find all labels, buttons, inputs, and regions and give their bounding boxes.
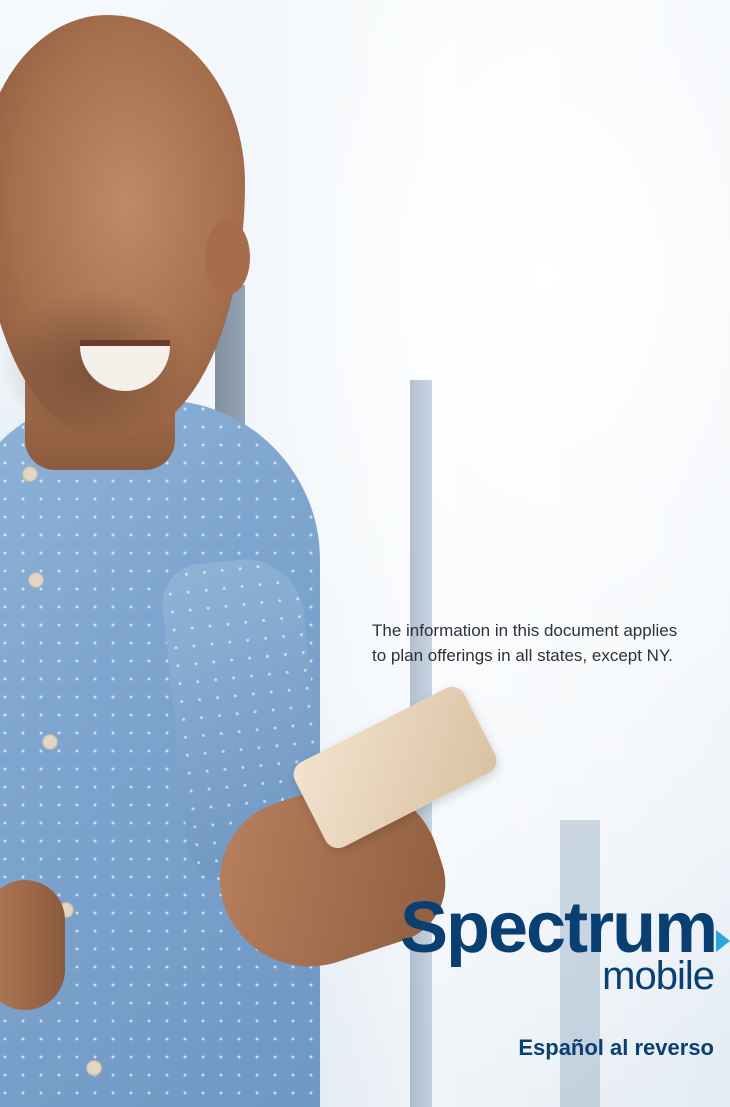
logo-brand-sub: mobile <box>602 954 715 998</box>
state-notice: The information in this document applies… <box>372 618 722 668</box>
shirt-button <box>42 734 58 750</box>
state-notice-line2: to plan offerings in all states, except … <box>372 646 673 665</box>
person-left-hand <box>0 880 65 1010</box>
shirt-button <box>22 466 38 482</box>
play-arrow-icon <box>716 930 730 952</box>
shirt-button <box>28 572 44 588</box>
spectrum-mobile-logo: Spectrum mobile <box>400 892 730 1012</box>
person-ear <box>205 220 250 295</box>
spanish-on-reverse-note: Español al reverso <box>518 1035 714 1060</box>
state-notice-line1: The information in this document applies <box>372 621 678 640</box>
shirt-button <box>86 1060 102 1076</box>
